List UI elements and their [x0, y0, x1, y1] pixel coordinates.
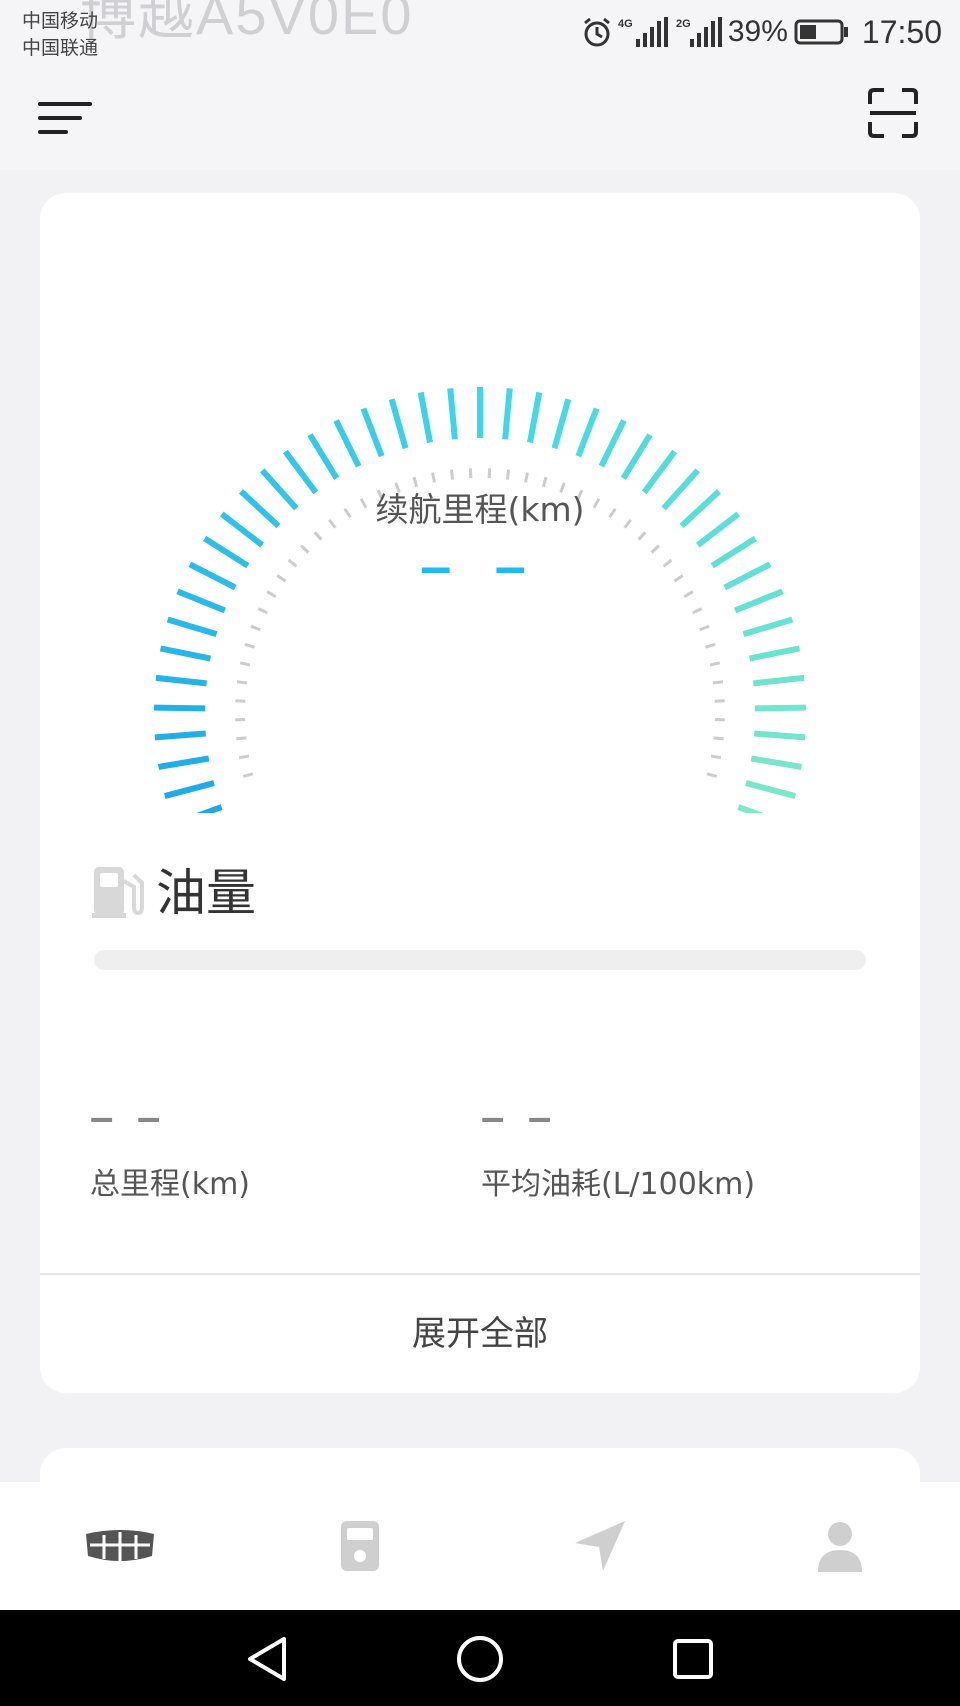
gauge-tick-major	[196, 804, 223, 813]
vehicle-status-card: 续航里程(km) – – 油量 – – 总里程(km) – – 平均油耗(L/1…	[40, 193, 920, 1393]
fuel-label: 油量	[156, 864, 256, 922]
gauge-tick-minor	[505, 469, 511, 480]
total-mileage-label: 总里程(km)	[90, 1167, 251, 1202]
gauge-tick-major	[153, 704, 206, 712]
range-label: 续航里程(km)	[375, 490, 585, 529]
gauge-tick-minor	[524, 472, 529, 483]
carrier-info: 中国移动 中国联通	[22, 8, 98, 62]
gauge-tick-major	[750, 755, 803, 770]
gauge-tick-major	[748, 645, 801, 662]
battery-icon	[794, 19, 848, 45]
scan-icon[interactable]	[866, 86, 920, 140]
gauge-tick-major	[551, 398, 572, 450]
gauge-tick-major	[754, 704, 807, 712]
gauge-tick-major	[754, 730, 806, 741]
gauge-tick-minor	[449, 469, 455, 480]
gauge-tick-minor	[236, 680, 248, 685]
gauge-tick-minor	[705, 642, 716, 649]
system-nav-bar	[0, 1610, 960, 1706]
gauge-tick-major	[333, 419, 362, 468]
person-icon	[818, 1522, 862, 1572]
signal-4g-icon: 4G	[618, 17, 668, 47]
gauge-tick-minor	[706, 772, 718, 778]
gauge-tick-major	[502, 388, 513, 440]
gauge-tick-major	[163, 780, 215, 799]
menu-icon[interactable]	[38, 92, 96, 138]
gauge-tick-major	[388, 398, 409, 450]
gauge-tick-minor	[242, 772, 254, 778]
gauge-tick-minor	[699, 624, 710, 632]
gauge-tick-major	[360, 407, 385, 458]
avg-fuel-consumption-stat: – – 平均油耗(L/100km)	[481, 1093, 755, 1203]
gauge-tick-major	[745, 780, 797, 799]
gauge-tick-major	[527, 391, 543, 444]
gauge-tick-major	[159, 645, 212, 662]
gauge-tick-minor	[238, 754, 250, 760]
status-icons: 4G 2G 39% 17:50	[582, 12, 942, 52]
gauge-tick-minor	[713, 736, 724, 741]
signal-2g-icon: 2G	[676, 17, 722, 47]
avg-fuel-consumption-value: – –	[481, 1093, 558, 1140]
gauge-tick-major	[742, 616, 794, 638]
tab-vehicle[interactable]	[0, 1482, 240, 1610]
gauge-tick-major	[157, 755, 210, 770]
net-type-2: 2G	[676, 18, 691, 30]
alarm-icon	[583, 17, 610, 47]
expand-all-button[interactable]: 展开全部	[40, 1275, 920, 1393]
gauge-tick-major	[417, 391, 433, 444]
gauge-tick-minor	[257, 607, 269, 615]
gauge-tick-minor	[712, 680, 724, 685]
gauge-tick-minor	[236, 736, 247, 741]
range-value: – –	[420, 534, 540, 597]
home-icon[interactable]	[445, 1624, 515, 1694]
total-mileage-value: – –	[90, 1093, 167, 1140]
carrier-2: 中国联通	[22, 37, 99, 59]
net-type-1: 4G	[618, 18, 633, 30]
battery-percent: 39%	[727, 15, 788, 48]
key-fob-icon	[341, 1521, 379, 1571]
fuel-pump-icon	[92, 867, 144, 918]
app-header	[0, 70, 960, 170]
gauge-tick-minor	[710, 754, 722, 760]
gauge-tick-major	[447, 388, 458, 440]
gauge-tick-major	[166, 616, 218, 638]
back-icon[interactable]	[232, 1624, 302, 1694]
tab-remote-key[interactable]	[240, 1482, 480, 1610]
tab-profile[interactable]	[720, 1482, 960, 1610]
avg-fuel-consumption-label: 平均油耗(L/100km)	[481, 1167, 756, 1202]
gauge-tick-major	[737, 804, 764, 813]
bottom-tab-bar	[0, 1482, 960, 1610]
ghost-header-title: 博越A5V0E0	[80, 0, 414, 46]
tab-navigation[interactable]	[480, 1482, 720, 1610]
gauge-tick-major	[154, 730, 206, 741]
gauge-tick-minor	[691, 607, 703, 615]
navigation-arrow-icon	[575, 1521, 625, 1571]
gauge-tick-major	[598, 419, 627, 468]
gauge-tick-major	[753, 674, 805, 687]
gauge-tick-minor	[714, 699, 725, 703]
gauge-tick-minor	[239, 661, 251, 667]
gauge-tick-minor	[235, 699, 246, 703]
clock: 17:50	[861, 13, 942, 50]
carrier-1: 中国移动	[22, 10, 99, 32]
gauge-tick-minor	[244, 642, 255, 649]
gauge-tick-minor	[431, 472, 436, 483]
gauge-tick-minor	[709, 661, 721, 667]
recents-icon[interactable]	[658, 1624, 728, 1694]
gauge-tick-major	[575, 407, 600, 458]
gauge-tick-major	[307, 433, 340, 480]
gauge-tick-major	[620, 433, 653, 480]
car-grille-icon	[86, 1530, 154, 1562]
fuel-level-bar	[94, 950, 866, 970]
status-bar: 博越A5V0E0 中国移动 中国联通 4G 2G 39% 17:50	[0, 0, 960, 70]
gauge-tick-major	[155, 674, 207, 687]
total-mileage-stat: – – 总里程(km)	[90, 1093, 250, 1203]
gauge-tick-minor	[250, 624, 261, 632]
